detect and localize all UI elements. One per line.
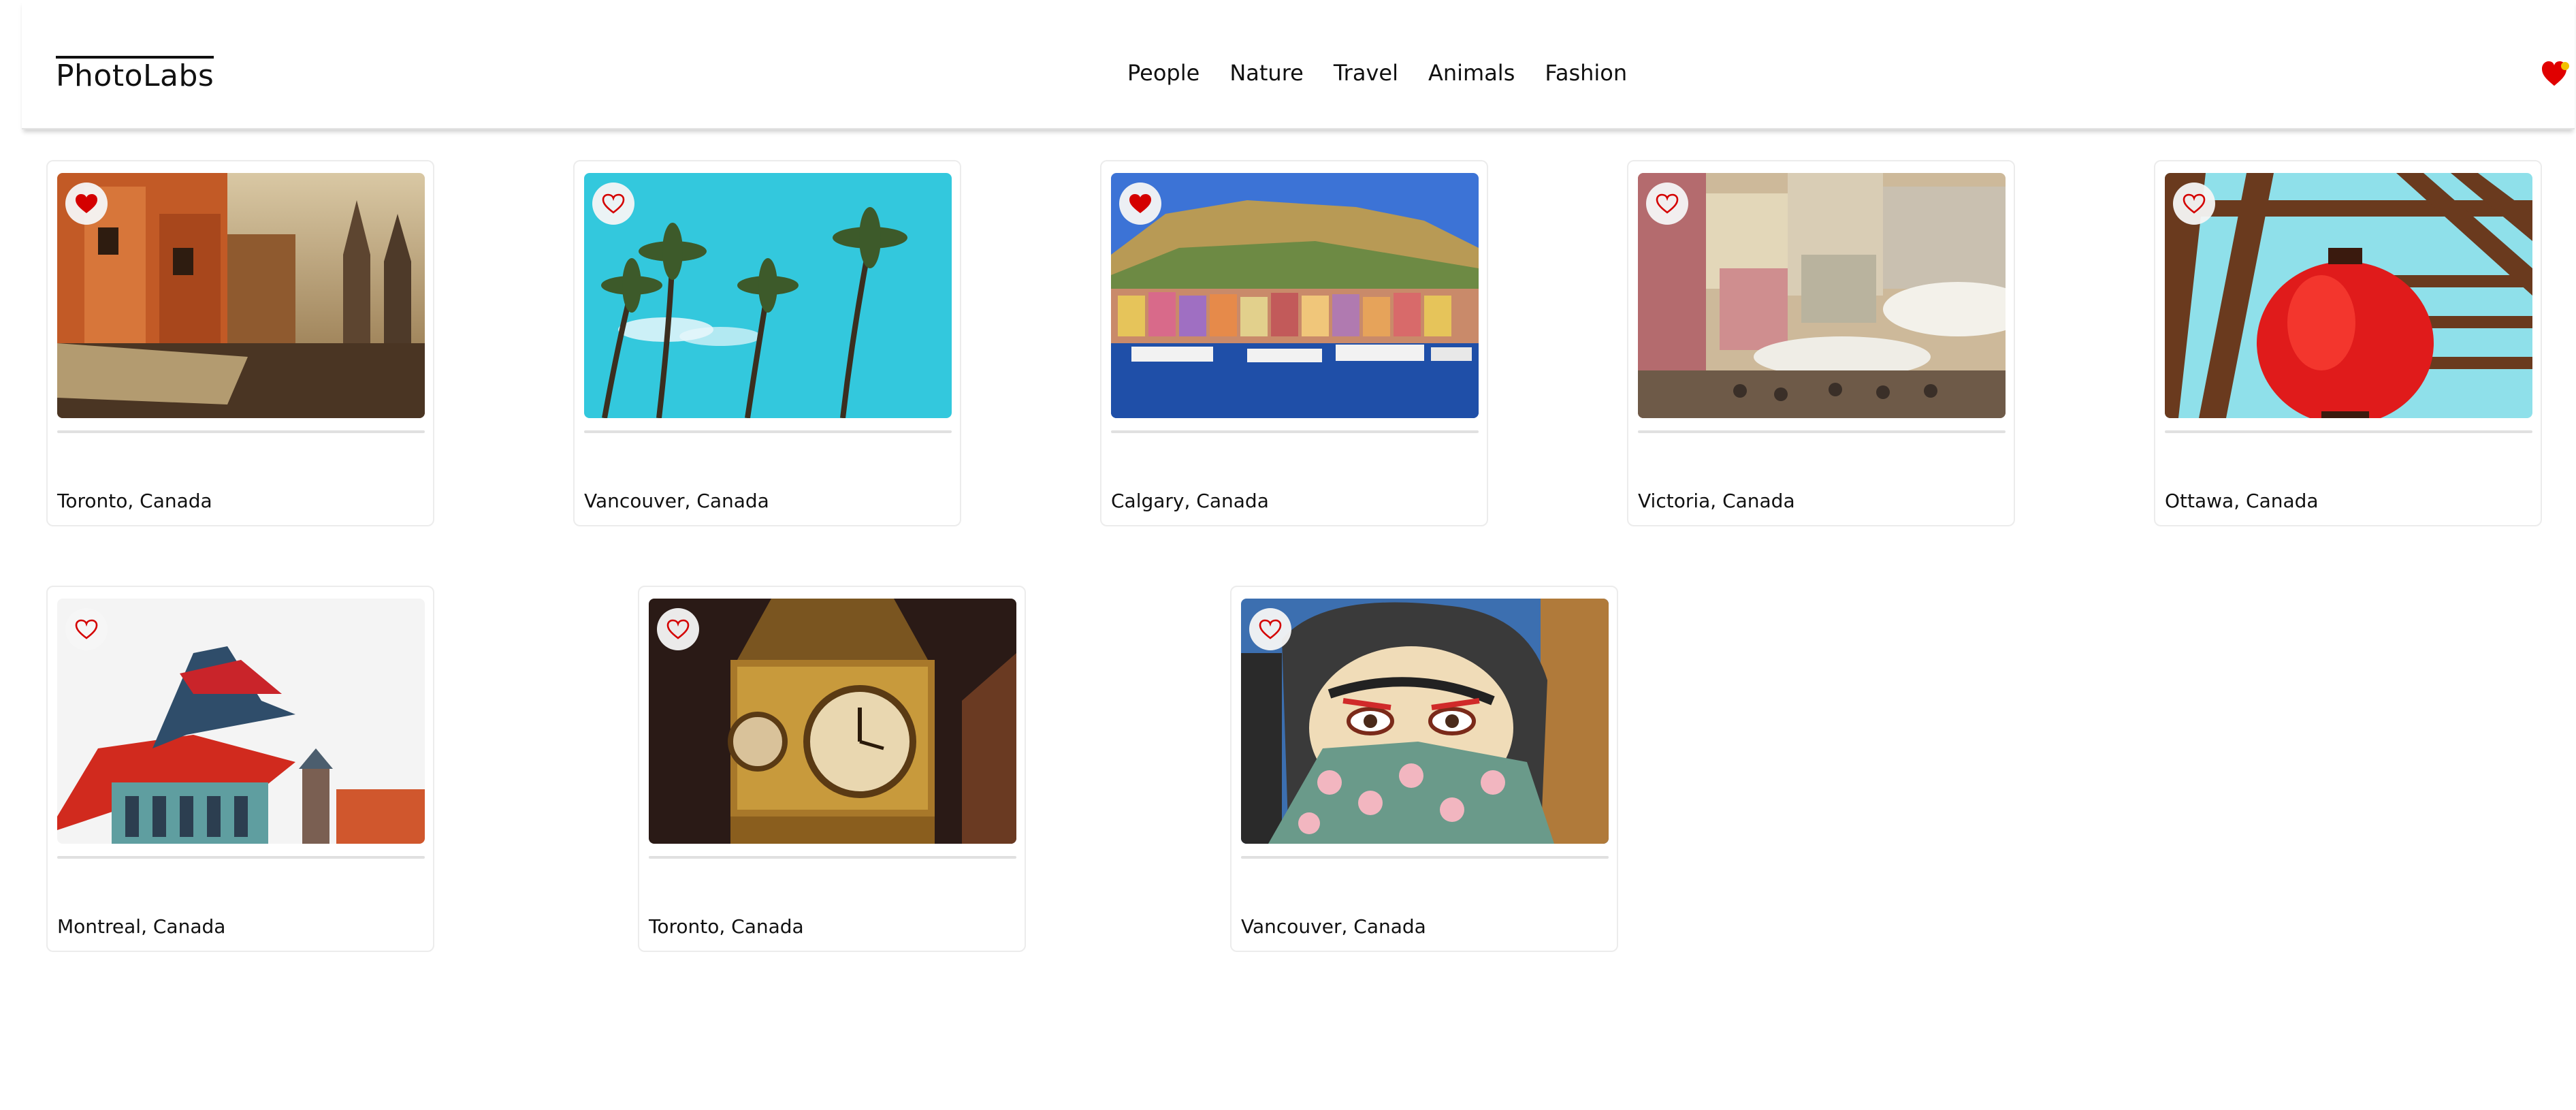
photo-image[interactable]	[1241, 599, 1609, 844]
favorite-button[interactable]	[1646, 183, 1688, 225]
topic-travel[interactable]: Travel	[1334, 60, 1398, 86]
photo-location: Toronto, Canada	[649, 915, 804, 938]
user-profile-placeholder	[649, 868, 703, 895]
user-profile-placeholder	[1241, 868, 1295, 895]
photo-image[interactable]	[57, 173, 425, 418]
card-divider	[1111, 430, 1479, 433]
photo-location: Ottawa, Canada	[2165, 490, 2319, 512]
photo-image[interactable]	[2165, 173, 2532, 418]
photo-card[interactable]: Victoria, Canada	[1627, 160, 2015, 526]
photo-location: Vancouver, Canada	[584, 490, 769, 512]
favorite-button[interactable]	[2173, 183, 2215, 225]
photo-card[interactable]: Calgary, Canada	[1100, 160, 1488, 526]
photo-card[interactable]: Vancouver, Canada	[1230, 586, 1618, 952]
card-divider	[1241, 856, 1609, 859]
photo-card[interactable]: Montreal, Canada	[46, 586, 434, 952]
user-profile-placeholder	[1111, 442, 1165, 469]
photo-location: Calgary, Canada	[1111, 490, 1269, 512]
photo-card[interactable]: Toronto, Canada	[638, 586, 1026, 952]
card-divider	[649, 856, 1016, 859]
photo-image[interactable]	[584, 173, 952, 418]
heart-filled-icon	[76, 194, 97, 213]
topic-fashion[interactable]: Fashion	[1545, 60, 1627, 86]
heart-filled-icon	[1129, 194, 1151, 213]
photo-image[interactable]	[649, 599, 1016, 844]
heart-outline-icon	[1656, 193, 1679, 214]
top-navigation-bar: PhotoLabs People Nature Travel Animals F…	[22, 0, 2575, 129]
photo-image[interactable]	[57, 599, 425, 844]
photo-card[interactable]: Ottawa, Canada	[2154, 160, 2542, 526]
photo-location: Victoria, Canada	[1638, 490, 1795, 512]
card-divider	[57, 430, 425, 433]
photo-location: Vancouver, Canada	[1241, 915, 1426, 938]
photo-image[interactable]	[1638, 173, 2006, 418]
app-logo[interactable]: PhotoLabs	[56, 56, 214, 93]
heart-outline-icon	[2183, 193, 2206, 214]
photo-card[interactable]: Vancouver, Canada	[573, 160, 961, 526]
user-profile-placeholder	[1638, 442, 1692, 469]
card-divider	[1638, 430, 2006, 433]
photo-image[interactable]	[1111, 173, 1479, 418]
user-profile-placeholder	[57, 442, 112, 469]
user-profile-placeholder	[57, 868, 112, 895]
heart-outline-icon	[75, 619, 98, 639]
card-divider	[57, 856, 425, 859]
favorite-button[interactable]	[65, 183, 108, 225]
favorites-badge[interactable]	[2541, 60, 2571, 87]
heart-icon	[2542, 61, 2569, 86]
favorite-button[interactable]	[65, 608, 108, 650]
favorite-button[interactable]	[1249, 608, 1291, 650]
topic-list: People Nature Travel Animals Fashion	[1127, 60, 1627, 86]
photo-location: Toronto, Canada	[57, 490, 212, 512]
topic-people[interactable]: People	[1127, 60, 1200, 86]
favorite-button[interactable]	[1119, 183, 1161, 225]
photo-card[interactable]: Toronto, Canada	[46, 160, 434, 526]
favorite-button[interactable]	[657, 608, 699, 650]
heart-outline-icon	[1259, 619, 1282, 639]
user-profile-placeholder	[2165, 442, 2219, 469]
card-divider	[2165, 430, 2532, 433]
topic-animals[interactable]: Animals	[1428, 60, 1515, 86]
user-profile-placeholder	[584, 442, 639, 469]
heart-outline-icon	[666, 619, 690, 639]
card-divider	[584, 430, 952, 433]
topic-nature[interactable]: Nature	[1229, 60, 1304, 86]
favorite-button[interactable]	[592, 183, 634, 225]
heart-outline-icon	[602, 193, 625, 214]
photo-location: Montreal, Canada	[57, 915, 226, 938]
